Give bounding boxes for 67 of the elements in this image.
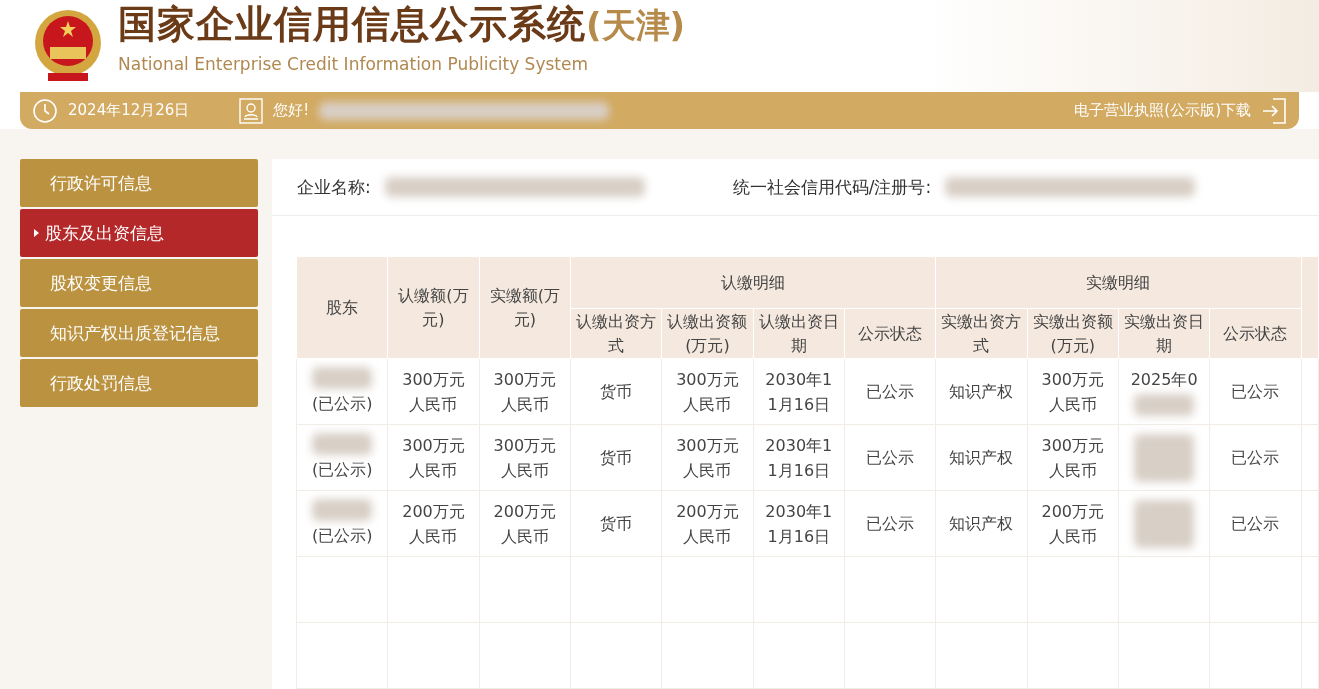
sidebar-item[interactable]: 知识产权出质登记信息 <box>20 309 258 357</box>
sidebar-item[interactable]: 股东及出资信息 <box>20 209 258 257</box>
region-label: (天津) <box>586 3 686 47</box>
column-header: 公示状态 <box>857 322 924 345</box>
table-cell-text: (已公示) <box>310 393 374 415</box>
column-header: 认缴出资日期 <box>757 310 840 357</box>
table-cell-text: (已公示) <box>310 525 374 547</box>
column-header: 认缴出资方式 <box>575 310 658 357</box>
column-header: 公示状态 <box>1222 322 1289 345</box>
redaction-blur <box>312 499 373 521</box>
table-cell-text: 300万元人民币 <box>675 434 740 482</box>
site-subtitle: National Enterprise Credit Information Publicity System <box>118 53 589 74</box>
table-cell-text: 2030年11月16日 <box>764 368 833 416</box>
table-cell-text: 300万元人民币 <box>1040 434 1106 482</box>
clock-icon <box>32 97 58 124</box>
table-cell-text: 2030年11月16日 <box>764 434 833 482</box>
download-link[interactable]: 电子营业执照(公示版)下载 <box>1074 101 1251 120</box>
redaction-blur <box>312 433 373 455</box>
table-cell-text: 300万元人民币 <box>492 368 558 416</box>
credit-code-label: 统一社会信用代码/注册号: <box>732 175 932 199</box>
column-header: 实缴出资方式 <box>940 310 1023 357</box>
group-header: 认缴明细 <box>570 256 936 309</box>
table-cell-text: 已公示 <box>865 447 916 469</box>
date-text: 2024年12月26日 <box>68 101 190 120</box>
greeting-text: 您好! <box>273 101 310 120</box>
table-cell-text: 已公示 <box>1230 447 1281 469</box>
sidebar-item[interactable]: 行政处罚信息 <box>20 359 258 407</box>
group-header: 实缴明细 <box>935 256 1302 309</box>
site-title: 国家企业信用信息公示系统 <box>118 0 586 48</box>
redaction-blur <box>1134 433 1195 482</box>
table-cell-text: 知识产权 <box>948 381 1015 403</box>
table-cell-text: 200万元人民币 <box>1040 500 1106 548</box>
table-cell-text: 200万元人民币 <box>401 500 466 548</box>
table-cell-text: (已公示) <box>310 459 374 481</box>
company-name-label: 企业名称: <box>297 175 371 199</box>
column-header: 实缴出资日期 <box>1123 310 1206 357</box>
column-header: 股东 <box>325 296 360 319</box>
table-cell-text: 2030年11月16日 <box>764 500 833 548</box>
redaction-blur <box>312 367 373 389</box>
sidebar-item[interactable]: 股权变更信息 <box>20 259 258 307</box>
table-cell-text: 已公示 <box>1230 513 1281 535</box>
table-cell-text: 2025年0 <box>1130 369 1199 391</box>
table-cell-text: 货币 <box>599 381 634 403</box>
column-header: 实缴额(万元) <box>488 284 561 331</box>
table-cell-text: 300万元人民币 <box>492 434 558 482</box>
table-cell-text: 300万元人民币 <box>675 368 740 416</box>
caret-icon <box>34 229 39 237</box>
login-icon[interactable] <box>1261 96 1287 125</box>
table-cell-text: 已公示 <box>865 513 916 535</box>
table-cell-text: 货币 <box>599 447 634 469</box>
redaction-blur <box>1134 499 1195 548</box>
sidebar-item[interactable]: 行政许可信息 <box>20 159 258 207</box>
table-cell-text: 知识产权 <box>948 513 1015 535</box>
table-cell-text: 已公示 <box>1230 381 1281 403</box>
table-cell-text: 300万元人民币 <box>1040 368 1106 416</box>
table-cell-text: 300万元人民币 <box>401 434 466 482</box>
table-cell-text: 200万元人民币 <box>492 500 558 548</box>
redaction-blur <box>1134 394 1195 416</box>
table-cell-text: 200万元人民币 <box>675 500 740 548</box>
table-cell-text: 货币 <box>599 513 634 535</box>
column-header: 认缴额(万元) <box>397 284 470 331</box>
table-cell-text: 知识产权 <box>948 447 1015 469</box>
column-header: 实缴出资额(万元) <box>1031 310 1114 357</box>
column-header: 认缴出资额(万元) <box>666 310 749 357</box>
table-cell-text: 已公示 <box>865 381 916 403</box>
user-icon <box>239 97 264 124</box>
table-cell-text: 300万元人民币 <box>401 368 466 416</box>
